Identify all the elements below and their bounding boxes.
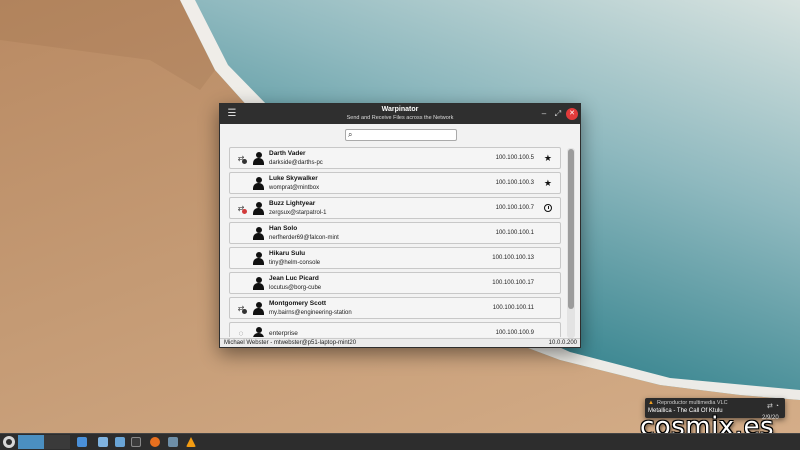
terminal-icon[interactable]	[131, 437, 141, 447]
search-input[interactable]	[358, 130, 454, 140]
device-row[interactable]: Jean Luc Picard locutus@borg-cube 100.100.…	[229, 272, 561, 294]
device-ip: 100.100.100.5	[495, 155, 534, 161]
folder-icon[interactable]	[115, 437, 125, 447]
avatar-icon	[253, 252, 264, 265]
device-ip: 100.100.100.11	[492, 305, 534, 311]
avatar-icon	[253, 327, 264, 337]
device-user: zergsux@starpatrol-1	[269, 210, 327, 216]
pending-clock-icon	[544, 204, 552, 212]
avatar-icon	[253, 302, 264, 315]
maximize-button[interactable]: ⤢	[552, 108, 564, 120]
firefox-icon[interactable]	[150, 437, 160, 447]
device-row[interactable]: Han Solo nerfherder69@falcon-mint 100.100.…	[229, 222, 561, 244]
avatar-icon	[253, 277, 264, 290]
device-ip: 100.100.100.9	[495, 330, 534, 336]
device-name: Luke Skywalker	[269, 175, 318, 182]
warpinator-app-icon[interactable]	[168, 437, 178, 447]
scrollbar[interactable]	[567, 148, 575, 338]
local-ip-address: 10.0.0.200	[548, 340, 577, 346]
status-empty	[235, 253, 247, 265]
notification-actions-icon[interactable]: ⇄ ◔	[767, 402, 779, 410]
favorite-star-icon[interactable]: ★	[544, 153, 552, 163]
device-row[interactable]: ⇄ Buzz Lightyear zergsux@starpatrol-1 100.1…	[229, 197, 561, 219]
device-ip: 100.100.100.17	[492, 280, 534, 286]
avatar-icon	[253, 227, 264, 240]
device-row[interactable]: ⇄ Darth Vader darkside@darths-pc 100.100.10…	[229, 147, 561, 169]
notification-title: Reproductor multimedia VLC	[657, 400, 728, 406]
file-manager-icon[interactable]	[98, 437, 108, 447]
device-list: ⇄ Darth Vader darkside@darths-pc 100.100.10…	[229, 147, 561, 337]
status-bar: Michael Webster - mtwebster@p51-laptop-m…	[220, 338, 580, 347]
device-user: womprat@mintbox	[269, 185, 320, 191]
workspace-2[interactable]	[44, 435, 70, 449]
device-ip: 100.100.100.7	[495, 205, 534, 211]
close-button[interactable]: ✕	[566, 108, 578, 120]
device-name: enterprise	[269, 330, 298, 337]
device-user: my.bairns@engineering-station	[269, 310, 352, 316]
device-row[interactable]: ⇄ Montgomery Scott my.bairns@engineering-s…	[229, 297, 561, 319]
window-subtitle: Send and Receive Files across the Networ…	[346, 115, 454, 121]
taskbar	[0, 433, 800, 450]
device-user: nerfherder69@falcon-mint	[269, 235, 339, 241]
device-row[interactable]: Luke Skywalker womprat@mintbox 100.100.100…	[229, 172, 561, 194]
search-box[interactable]: ⌕	[345, 129, 457, 141]
device-user: locutus@borg-cube	[269, 285, 322, 291]
status-empty	[235, 228, 247, 240]
status-empty	[235, 278, 247, 290]
window-title: Warpinator	[381, 106, 419, 113]
spinner-icon: ◌	[238, 329, 244, 337]
search-icon: ⌕	[348, 130, 353, 139]
minimize-button[interactable]: –	[538, 108, 550, 120]
device-ip: 100.100.100.13	[492, 255, 534, 261]
device-user: tiny@helm-console	[269, 260, 321, 266]
device-ip: 100.100.100.3	[495, 180, 534, 186]
workspace-1[interactable]	[18, 435, 44, 449]
status-empty	[235, 178, 247, 190]
device-name: Han Solo	[269, 225, 298, 232]
avatar-icon	[253, 202, 264, 215]
transfer-blocked-icon: ⇄	[235, 203, 247, 215]
device-row[interactable]: Hikaru Sulu tiny@helm-console 100.100.100.…	[229, 247, 561, 269]
warning-icon: ▲	[648, 400, 654, 406]
device-name: Jean Luc Picard	[269, 275, 319, 282]
device-name: Buzz Lightyear	[269, 200, 316, 207]
show-desktop-icon[interactable]	[77, 437, 87, 447]
avatar-icon	[253, 177, 264, 190]
warpinator-window: ☰ Warpinator Send and Receive Files acro…	[219, 103, 581, 348]
favorite-star-icon[interactable]: ★	[544, 178, 552, 188]
local-user-info: Michael Webster - mtwebster@p51-laptop-m…	[224, 340, 357, 346]
start-menu-icon[interactable]	[3, 436, 15, 448]
device-row[interactable]: ◌ enterprise 100.100.100.9	[229, 322, 561, 337]
vlc-icon[interactable]	[186, 437, 196, 447]
device-ip: 100.100.100.1	[495, 230, 534, 236]
device-name: Montgomery Scott	[269, 300, 327, 307]
avatar-icon	[253, 152, 264, 165]
transfer-icon: ⇄	[235, 303, 247, 315]
device-name: Hikaru Sulu	[269, 250, 306, 257]
device-name: Darth Vader	[269, 150, 306, 157]
transfer-icon: ⇄	[235, 153, 247, 165]
title-bar[interactable]: ☰ Warpinator Send and Receive Files acro…	[220, 104, 580, 124]
device-user: darkside@darths-pc	[269, 160, 323, 166]
scrollbar-thumb[interactable]	[568, 149, 574, 309]
